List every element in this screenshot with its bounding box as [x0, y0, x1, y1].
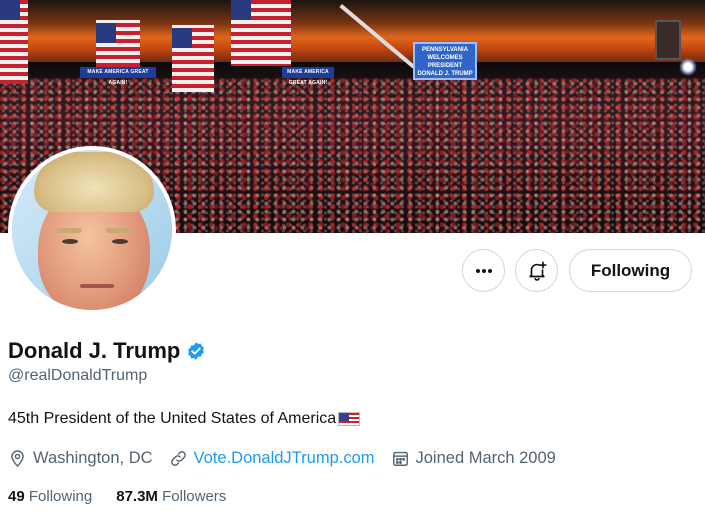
- followers-stat[interactable]: 87.3M Followers: [116, 488, 226, 505]
- link-icon: [169, 449, 188, 468]
- banner-flag: [96, 20, 140, 67]
- profile-name-row: Donald J. Trump: [8, 337, 206, 365]
- followers-count: 87.3M: [116, 488, 158, 505]
- more-horizontal-icon: [474, 261, 494, 281]
- location-pin-icon: [8, 449, 27, 468]
- location-item: Washington, DC: [8, 449, 153, 468]
- banner-jumbotron: PENNSYLVANIA WELCOMES PRESIDENT DONALD J…: [413, 42, 477, 80]
- profile-handle: @realDonaldTrump: [8, 367, 148, 384]
- following-stat[interactable]: 49 Following: [8, 488, 92, 505]
- banner-sign-right: MAKE AMERICA GREAT AGAIN!: [282, 67, 334, 86]
- following-count: 49: [8, 488, 25, 505]
- banner-crane: [339, 4, 416, 69]
- website-link[interactable]: Vote.DonaldJTrump.com: [194, 449, 375, 468]
- banner-flag: [0, 0, 28, 84]
- banner-tower: [655, 20, 681, 60]
- more-options-button[interactable]: [462, 249, 505, 292]
- banner-flag: [231, 0, 291, 66]
- following-button[interactable]: Following: [569, 249, 692, 292]
- display-name: Donald J. Trump: [8, 338, 181, 363]
- us-flag-icon: [338, 412, 361, 426]
- banner-sign-left: MAKE AMERICA GREAT AGAIN!: [80, 67, 156, 86]
- bell-plus-icon: [526, 260, 548, 282]
- profile-stats: 49 Following 87.3M Followers: [8, 488, 226, 505]
- location-text: Washington, DC: [33, 449, 153, 467]
- joined-item: Joined March 2009: [391, 449, 556, 468]
- followers-label: Followers: [162, 488, 227, 505]
- bio-text: 45th President of the United States of A…: [8, 410, 337, 427]
- banner-light: [679, 58, 697, 76]
- website-item[interactable]: Vote.DonaldJTrump.com: [169, 449, 375, 468]
- profile-avatar[interactable]: [8, 146, 176, 314]
- notifications-button[interactable]: [515, 249, 558, 292]
- avatar-hair: [34, 152, 154, 212]
- joined-text: Joined March 2009: [415, 449, 556, 467]
- verified-badge-icon[interactable]: [186, 341, 206, 361]
- calendar-icon: [391, 449, 410, 468]
- profile-bio: 45th President of the United States of A…: [8, 410, 361, 428]
- following-label: Following: [28, 488, 93, 505]
- profile-meta: Washington, DC Vote.DonaldJTrump.com Joi…: [8, 449, 572, 468]
- banner-flag: [172, 25, 214, 92]
